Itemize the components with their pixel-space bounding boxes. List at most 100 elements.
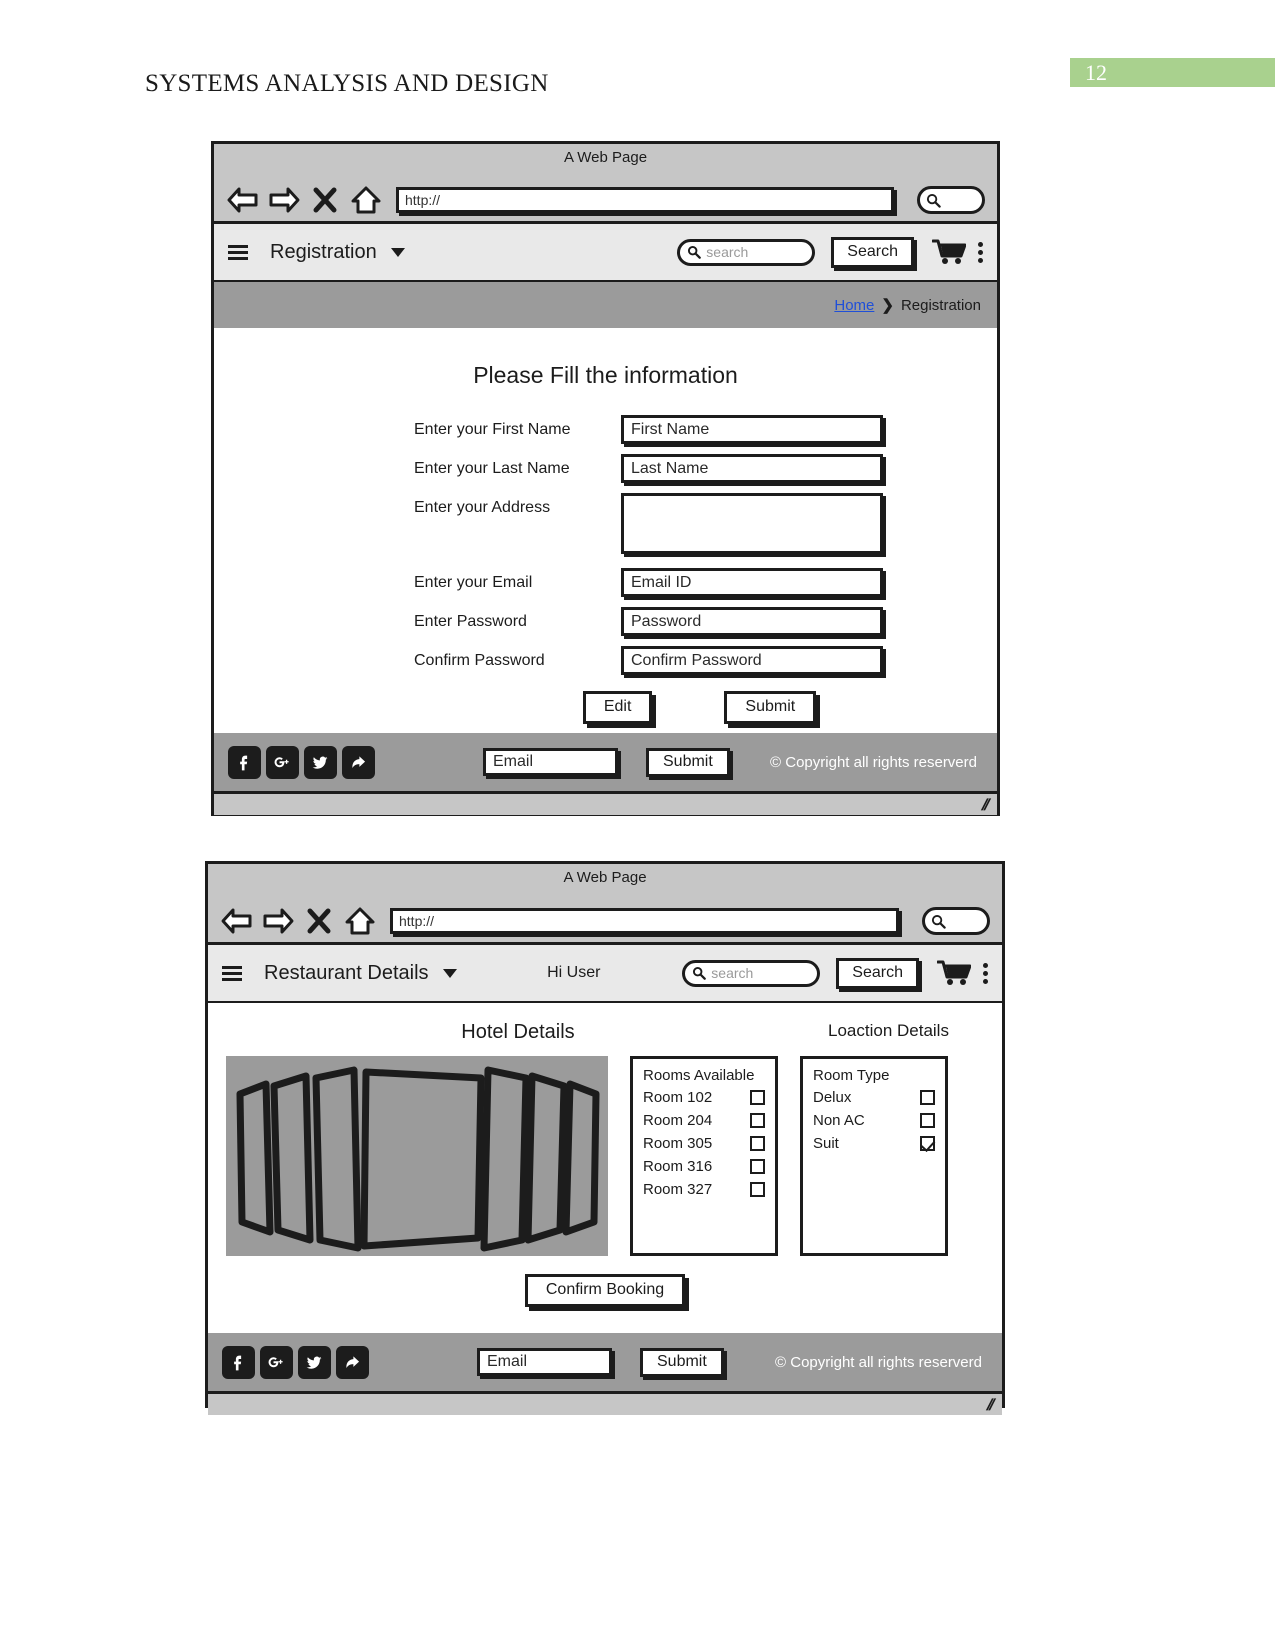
search-button[interactable]: Search (831, 236, 914, 268)
hamburger-icon[interactable] (222, 963, 242, 984)
facebook-icon[interactable] (222, 1345, 255, 1379)
back-arrow-icon[interactable] (220, 906, 254, 936)
list-item[interactable]: Room 316 (643, 1158, 765, 1175)
room-label: Room 327 (643, 1181, 713, 1198)
page-title: SYSTEMS ANALYSIS AND DESIGN (145, 70, 549, 97)
back-arrow-icon[interactable] (226, 185, 260, 215)
newsletter-submit-button[interactable]: Submit (640, 1347, 724, 1377)
home-icon[interactable] (343, 906, 377, 936)
close-icon[interactable] (302, 906, 336, 936)
room-checkbox[interactable] (750, 1159, 765, 1174)
nav-brand-label: Restaurant Details (264, 961, 429, 984)
first-name-label: Enter your First Name (414, 421, 571, 438)
list-item[interactable]: Delux (813, 1089, 935, 1106)
nav-brand-label: Registration (270, 240, 377, 263)
registration-form: Please Fill the information Enter your F… (214, 328, 997, 733)
list-item[interactable]: Room 204 (643, 1112, 765, 1129)
user-greeting: Hi User (547, 964, 601, 981)
chevron-down-icon[interactable] (443, 968, 458, 978)
search-placeholder: search (706, 244, 749, 260)
room-type-checkbox[interactable] (920, 1090, 935, 1105)
forward-arrow-icon[interactable] (261, 906, 295, 936)
share-icon[interactable] (336, 1345, 369, 1379)
document-header: SYSTEMS ANALYSIS AND DESIGN 12 (0, 0, 1275, 120)
list-item[interactable]: Non AC (813, 1112, 935, 1129)
rooms-available-header: Rooms Available (643, 1067, 755, 1084)
twitter-icon[interactable] (304, 745, 337, 779)
email-input[interactable]: Email ID (621, 568, 883, 597)
social-links (222, 1345, 369, 1379)
search-input[interactable]: search (677, 238, 816, 266)
hotel-details-title: Hotel Details (461, 1021, 575, 1043)
resize-grip-icon[interactable]: // (984, 1397, 995, 1415)
url-value: http:// (405, 192, 441, 208)
google-plus-icon[interactable] (266, 745, 299, 779)
hotel-image-placeholder (226, 1056, 608, 1256)
browser-chrome: A Web Page http:// (208, 864, 1002, 945)
room-type-checkbox[interactable] (920, 1136, 935, 1151)
window-resize-strip: // (208, 1391, 1002, 1415)
twitter-icon[interactable] (298, 1345, 331, 1379)
field-row-first-name: Enter your First Name First Name (414, 415, 997, 444)
breadcrumb-current: Registration (900, 296, 981, 314)
newsletter-submit-button[interactable]: Submit (646, 747, 730, 777)
list-item[interactable]: Room 102 (643, 1089, 765, 1106)
address-textarea[interactable] (621, 493, 883, 554)
url-value: http:// (399, 913, 435, 929)
form-heading: Please Fill the information (473, 362, 738, 388)
search-placeholder: search (711, 965, 754, 981)
kebab-menu-icon[interactable] (978, 239, 983, 266)
room-checkbox[interactable] (750, 1182, 765, 1197)
edit-button[interactable]: Edit (582, 691, 653, 724)
facebook-icon[interactable] (228, 745, 261, 779)
page-number-badge: 12 (1070, 58, 1275, 87)
first-name-input[interactable]: First Name (621, 415, 883, 444)
newsletter-email-input[interactable]: Email (483, 748, 618, 776)
kebab-menu-icon[interactable] (983, 960, 988, 987)
url-input[interactable]: http:// (390, 908, 899, 934)
room-checkbox[interactable] (750, 1136, 765, 1151)
room-type-checkbox[interactable] (920, 1113, 935, 1128)
chrome-search-box[interactable] (922, 907, 990, 935)
last-name-label: Enter your Last Name (414, 460, 570, 477)
share-icon[interactable] (342, 745, 375, 779)
room-label: Room 305 (643, 1135, 713, 1152)
forward-arrow-icon[interactable] (267, 185, 301, 215)
nav-brand[interactable]: Registration (270, 240, 406, 264)
room-type-panel: Room Type Delux Non AC Suit (800, 1056, 948, 1256)
list-item[interactable]: Room 327 (643, 1181, 765, 1198)
breadcrumb: Home ❯ Registration (214, 282, 997, 328)
email-label: Enter your Email (414, 574, 533, 591)
search-input[interactable]: search (682, 959, 821, 987)
confirm-password-input[interactable]: Confirm Password (621, 646, 883, 675)
room-type-label: Suit (813, 1135, 839, 1152)
window-title: A Web Page (563, 149, 648, 166)
shopping-cart-icon[interactable] (931, 239, 967, 265)
location-details-title: Loaction Details (828, 1021, 949, 1040)
confirm-booking-button[interactable]: Confirm Booking (524, 1274, 686, 1307)
resize-grip-icon[interactable]: // (979, 797, 990, 815)
close-icon[interactable] (308, 185, 342, 215)
breadcrumb-home-link[interactable]: Home (834, 297, 874, 314)
site-navbar: Restaurant Details Hi User search Search (208, 945, 1002, 1003)
copyright-text: © Copyright all rights reserverd (770, 753, 977, 771)
newsletter-email-input[interactable]: Email (477, 1348, 612, 1376)
chrome-search-box[interactable] (917, 186, 985, 214)
home-icon[interactable] (349, 185, 383, 215)
last-name-input[interactable]: Last Name (621, 454, 883, 483)
url-input[interactable]: http:// (396, 187, 894, 213)
site-footer: Email Submit © Copyright all rights rese… (208, 1333, 1002, 1391)
list-item[interactable]: Room 305 (643, 1135, 765, 1152)
room-checkbox[interactable] (750, 1090, 765, 1105)
shopping-cart-icon[interactable] (936, 960, 972, 986)
submit-button[interactable]: Submit (724, 691, 817, 724)
password-input[interactable]: Password (621, 607, 883, 636)
google-plus-icon[interactable] (260, 1345, 293, 1379)
room-checkbox[interactable] (750, 1113, 765, 1128)
breadcrumb-separator: ❯ (881, 297, 894, 314)
hamburger-icon[interactable] (228, 242, 248, 263)
list-item[interactable]: Suit (813, 1135, 935, 1152)
chevron-down-icon[interactable] (391, 247, 406, 257)
nav-brand[interactable]: Restaurant Details (264, 961, 458, 985)
search-button[interactable]: Search (836, 957, 919, 989)
